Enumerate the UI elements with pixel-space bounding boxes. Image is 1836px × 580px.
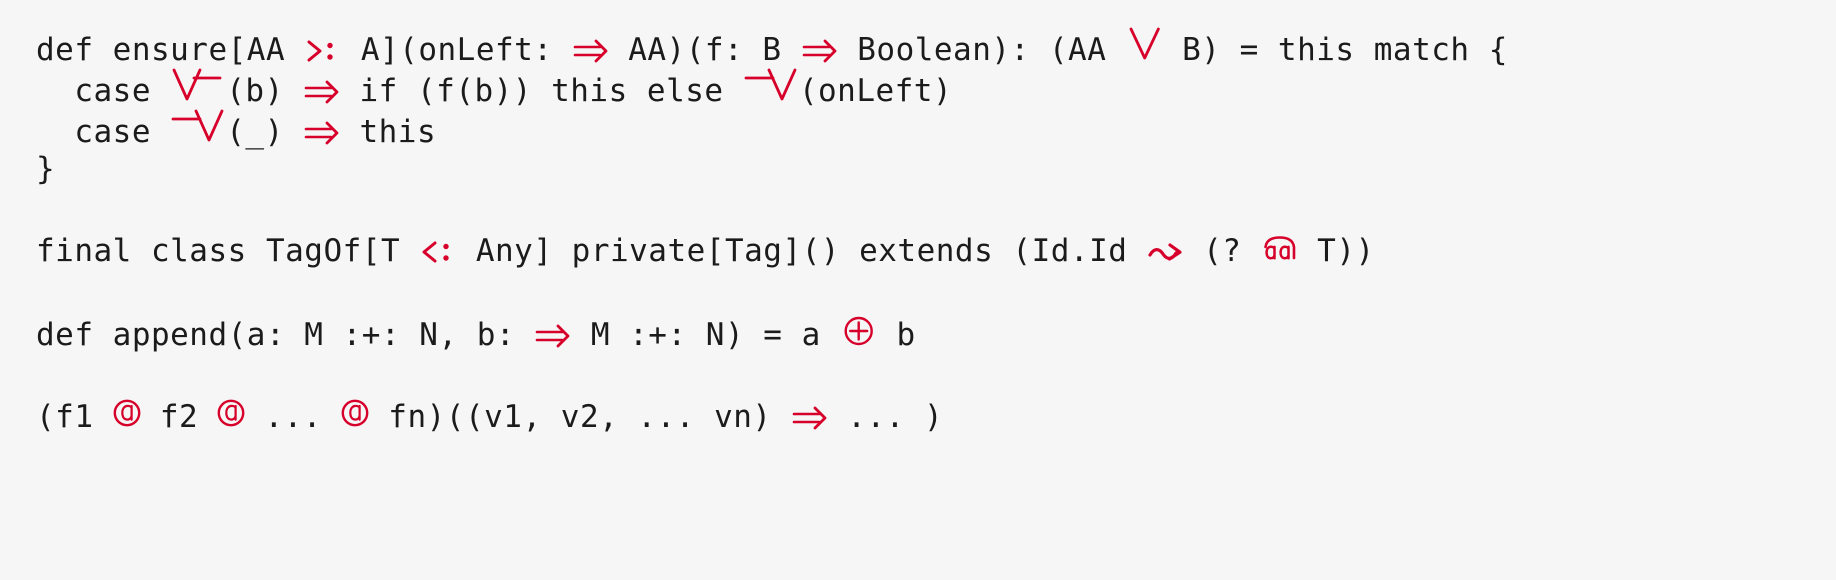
circled-at-ligature (217, 395, 245, 438)
ligature-glyph (113, 397, 141, 429)
code-text: (onLeft) (798, 73, 953, 109)
ligature-glyph (419, 239, 456, 265)
code-text: } (36, 151, 56, 187)
ligature-glyph (303, 79, 340, 105)
left-disjunction-ligature (170, 108, 226, 153)
code-text: ... ) (828, 399, 944, 435)
code-text: Any] private[Tag]() extends (Id.Id (456, 233, 1147, 269)
greater-colon-ligature (304, 30, 341, 71)
code-text: fn)((v1, v2, ... vn) (369, 399, 791, 435)
code-text: b (877, 317, 916, 353)
ligature-glyph (791, 405, 828, 431)
circled-plus-ligature (840, 313, 877, 356)
code-text: B) = this match { (1162, 32, 1508, 68)
ligature-glyph (534, 323, 571, 349)
code-text: this (340, 114, 437, 150)
code-line: } (36, 149, 1508, 190)
ligature-glyph (1147, 239, 1184, 265)
double-arrow-right-ligature (572, 30, 609, 71)
ligature-glyph (801, 38, 838, 64)
code-text: M :+: N) = a (571, 317, 840, 353)
code-text: f2 (140, 399, 218, 435)
ligature-glyph (217, 397, 245, 429)
ligature-glyph (304, 38, 341, 64)
code-line: case (b) if (f(b)) this else (onLeft) (36, 67, 1508, 109)
code-line: final class TagOf[T Any] private[Tag]() … (36, 231, 1508, 272)
ligature-glyph (303, 120, 340, 146)
code-text: (f1 (36, 399, 113, 435)
code-text: ... (245, 399, 342, 435)
ligature-glyph (170, 68, 226, 102)
circled-at-ligature (113, 395, 141, 438)
tagged-type-ligature (1261, 231, 1298, 272)
ligature-glyph (743, 68, 799, 102)
code-text: def ensure[AA (36, 32, 305, 68)
code-block: def ensure[AA A](onLeft: AA)(f: B Boolea… (36, 26, 1508, 436)
ligature-glyph (1261, 236, 1298, 264)
code-text: case (36, 114, 171, 150)
code-line: case (_) this (36, 108, 1508, 150)
ligature-glyph (572, 38, 609, 64)
ligature-glyph (1126, 27, 1163, 61)
less-colon-ligature (419, 231, 456, 272)
double-arrow-right-ligature (801, 30, 838, 71)
code-text: case (36, 73, 171, 109)
squiggly-arrow-ligature (1147, 231, 1184, 272)
logical-or-ligature (1126, 26, 1163, 71)
code-line: (f1 f2 ... fn)((v1, v2, ... vn) ... ) (36, 395, 1508, 436)
code-text: if (f(b)) this else (340, 73, 743, 109)
code-text: Boolean): (AA (838, 32, 1126, 68)
code-line: def ensure[AA A](onLeft: AA)(f: B Boolea… (36, 26, 1508, 68)
ligature-glyph (840, 315, 877, 347)
code-text: final class TagOf[T (36, 233, 420, 269)
code-text: (b) (226, 73, 303, 109)
code-text: def append(a: M :+: N, b: (36, 317, 535, 353)
right-disjunction-ligature (170, 67, 226, 112)
double-arrow-right-ligature (303, 112, 340, 153)
double-arrow-right-ligature (791, 397, 828, 438)
code-text: A](onLeft: (341, 32, 572, 68)
left-disjunction-ligature (743, 67, 799, 112)
circled-at-ligature (341, 395, 369, 438)
code-line: def append(a: M :+: N, b: M :+: N) = a b (36, 313, 1508, 354)
code-text: AA)(f: B (609, 32, 801, 68)
code-text: (? (1183, 233, 1261, 269)
double-arrow-right-ligature (303, 71, 340, 112)
ligature-glyph (341, 397, 369, 429)
code-text: (_) (226, 114, 303, 150)
code-text: T)) (1298, 233, 1375, 269)
ligature-glyph (170, 109, 226, 143)
double-arrow-right-ligature (534, 315, 571, 356)
